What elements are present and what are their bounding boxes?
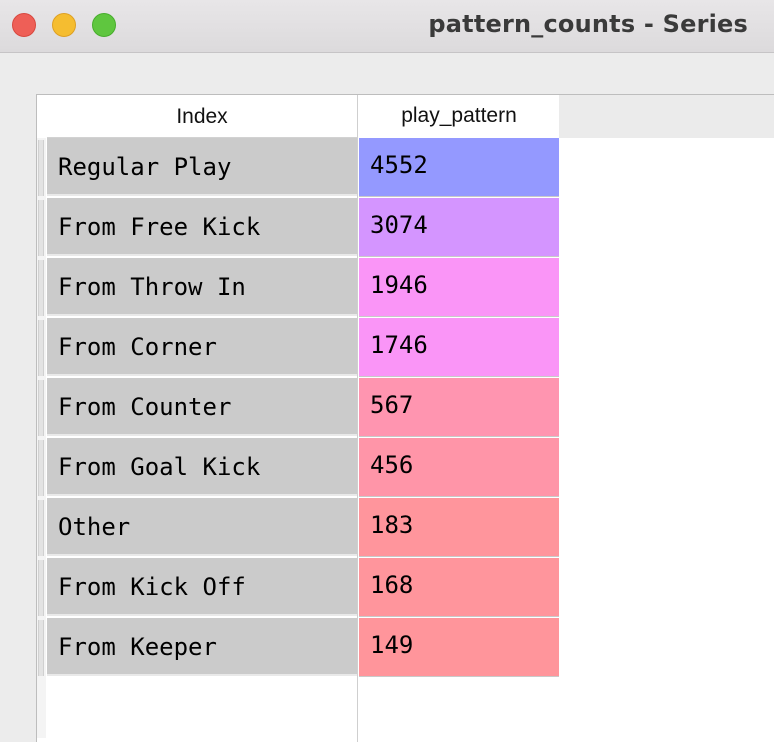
table-row[interactable]: From Keeper 149 xyxy=(47,618,559,677)
row-header-marker[interactable] xyxy=(38,500,44,556)
table-row[interactable]: From Kick Off 168 xyxy=(47,558,559,617)
value-cell[interactable]: 4552 xyxy=(359,138,559,197)
row-header-marker[interactable] xyxy=(38,620,44,676)
value-cell[interactable]: 456 xyxy=(359,438,559,497)
row-header-marker[interactable] xyxy=(38,380,44,436)
title-bar: pattern_counts - Series xyxy=(0,0,774,53)
row-header-marker[interactable] xyxy=(38,320,44,376)
value-cell[interactable]: 168 xyxy=(359,558,559,617)
table-row[interactable]: From Counter 567 xyxy=(47,378,559,437)
index-cell[interactable]: From Goal Kick xyxy=(47,438,357,496)
index-cell[interactable]: From Kick Off xyxy=(47,558,357,616)
value-cell[interactable]: 567 xyxy=(359,378,559,437)
value-cell[interactable]: 149 xyxy=(359,618,559,677)
minimize-window-button[interactable] xyxy=(52,13,76,37)
row-header-marker[interactable] xyxy=(38,440,44,496)
value-cell[interactable]: 1746 xyxy=(359,318,559,377)
value-cell[interactable]: 3074 xyxy=(359,198,559,257)
index-cell[interactable]: From Throw In xyxy=(47,258,357,316)
column-header-index[interactable]: Index xyxy=(47,96,357,138)
index-cell[interactable]: From Corner xyxy=(47,318,357,376)
table-row[interactable]: From Free Kick 3074 xyxy=(47,198,559,257)
column-header-play-pattern[interactable]: play_pattern xyxy=(359,96,559,136)
table-row[interactable]: Other 183 xyxy=(47,498,559,557)
index-cell[interactable]: Regular Play xyxy=(47,138,357,196)
header-strip xyxy=(559,95,774,138)
table-row[interactable]: Regular Play 4552 xyxy=(47,138,559,197)
row-header-marker[interactable] xyxy=(38,200,44,256)
row-header-marker[interactable] xyxy=(38,140,44,196)
close-window-button[interactable] xyxy=(12,13,36,37)
row-header-marker[interactable] xyxy=(38,260,44,316)
table-row[interactable]: From Goal Kick 456 xyxy=(47,438,559,497)
value-cell[interactable]: 1946 xyxy=(359,258,559,317)
table-row[interactable]: From Throw In 1946 xyxy=(47,258,559,317)
index-cell[interactable]: From Counter xyxy=(47,378,357,436)
zoom-window-button[interactable] xyxy=(92,13,116,37)
table-row[interactable]: From Corner 1746 xyxy=(47,318,559,377)
value-cell[interactable]: 183 xyxy=(359,498,559,557)
index-cell[interactable]: From Free Kick xyxy=(47,198,357,256)
row-header-marker[interactable] xyxy=(38,560,44,616)
window-title: pattern_counts - Series xyxy=(428,10,748,38)
index-cell[interactable]: From Keeper xyxy=(47,618,357,676)
app-window: pattern_counts - Series Index play_patte… xyxy=(0,0,774,742)
index-cell[interactable]: Other xyxy=(47,498,357,556)
